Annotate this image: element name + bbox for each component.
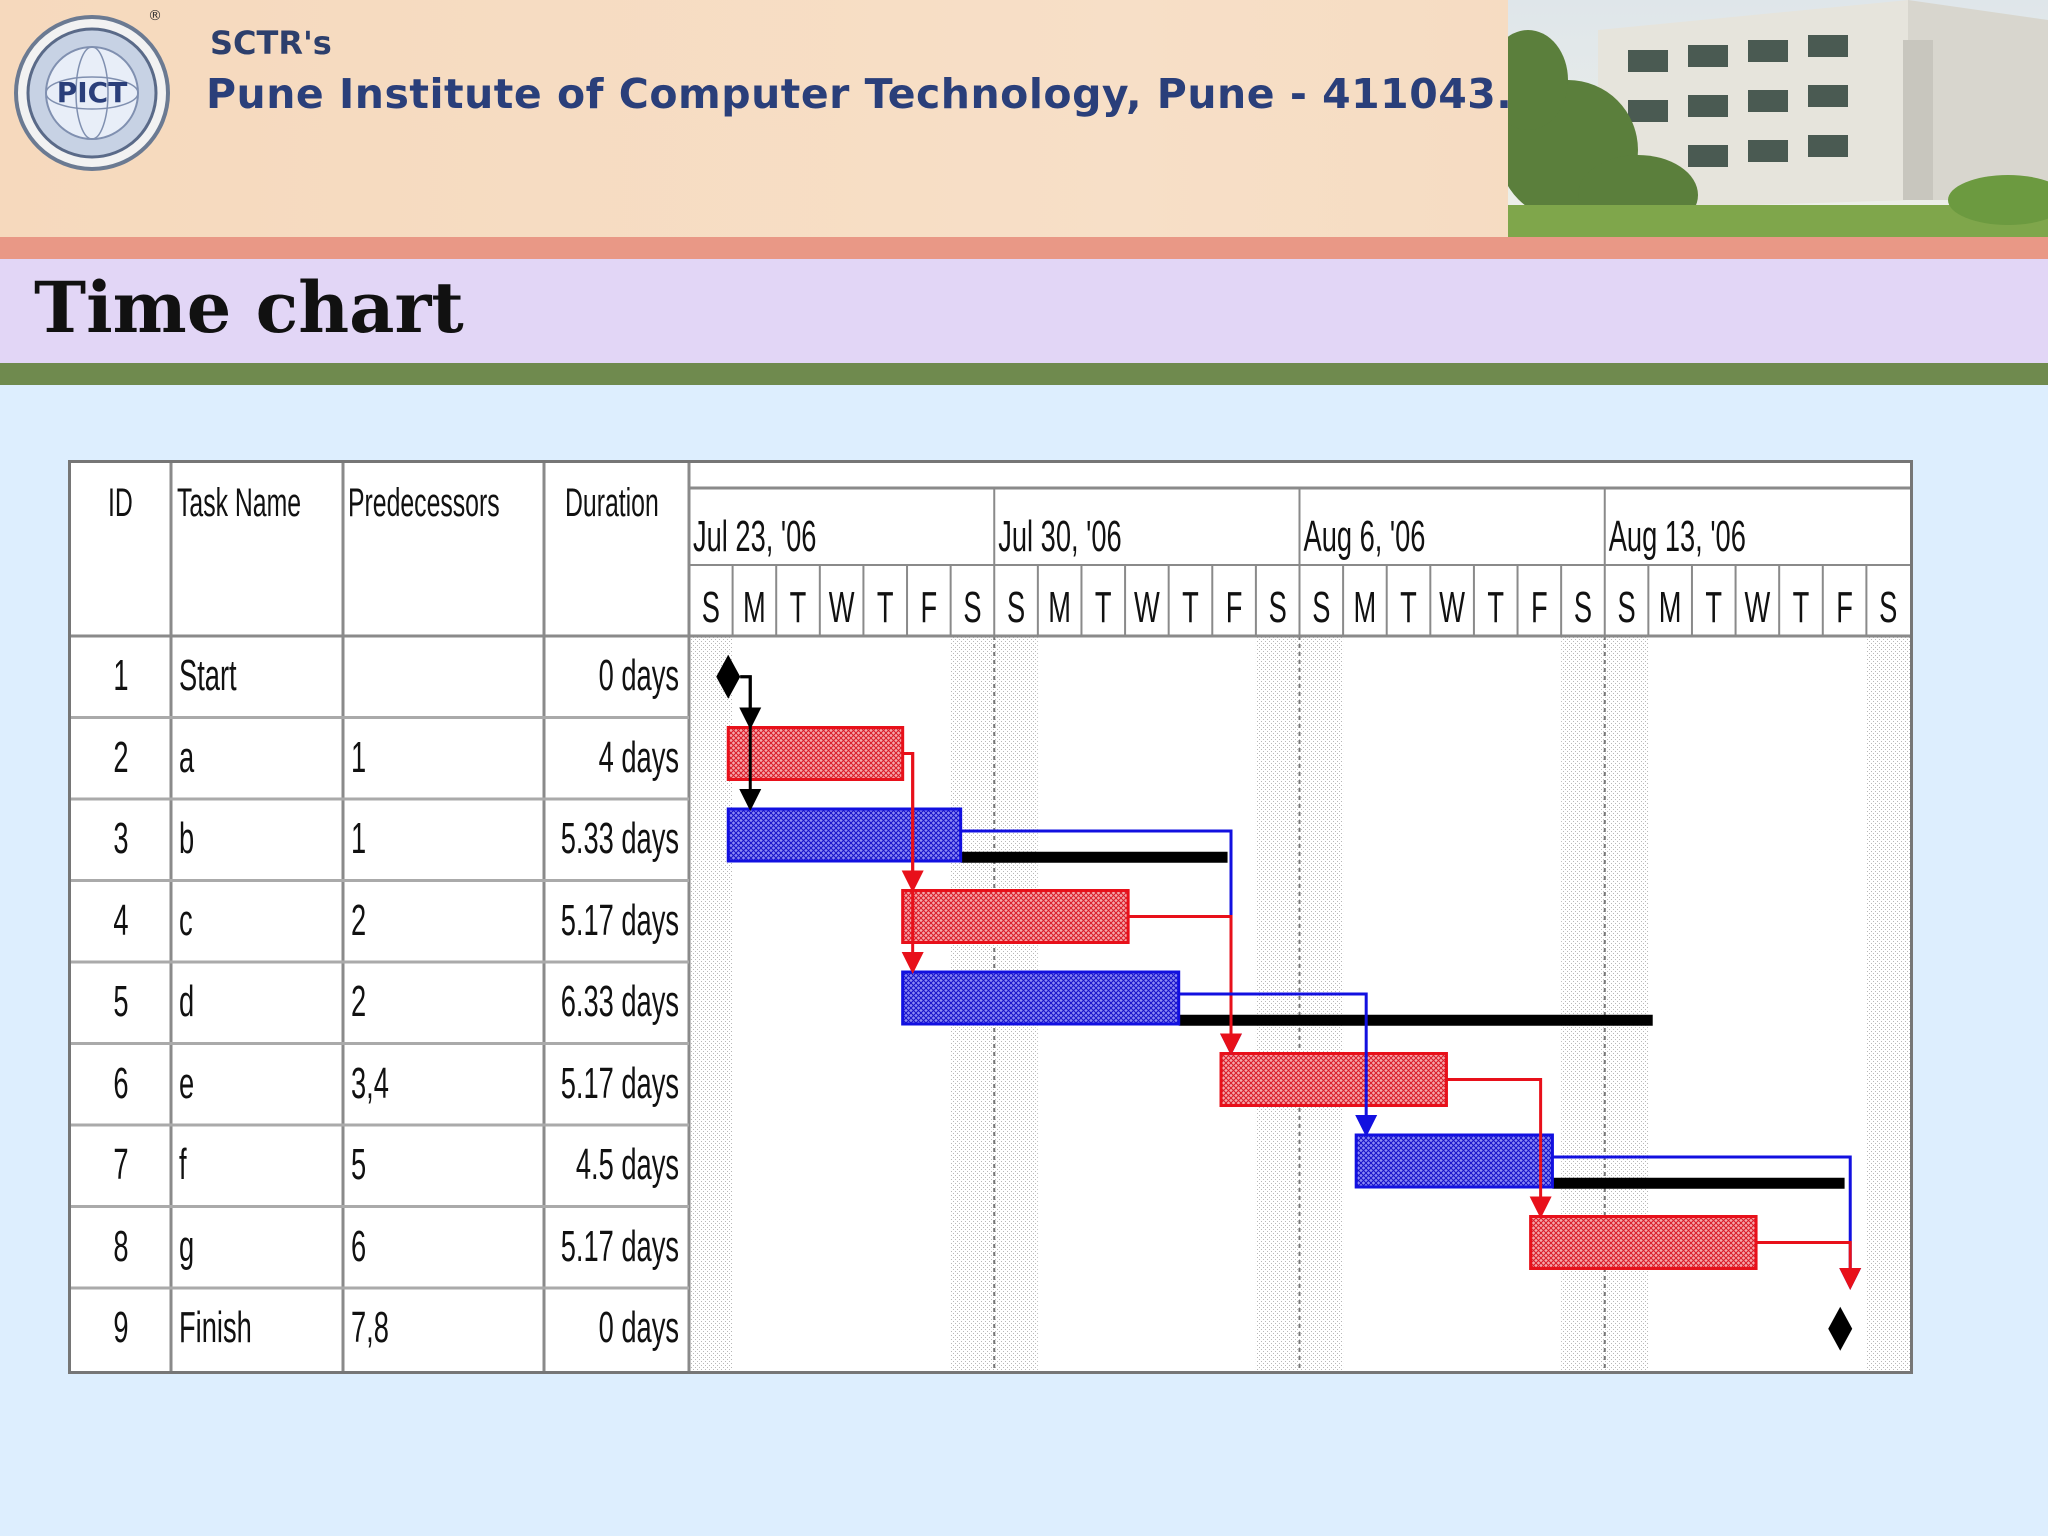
milestone-diamond xyxy=(1828,1306,1853,1351)
task-id: 1 xyxy=(113,651,129,700)
task-predecessors: 6 xyxy=(351,1221,367,1271)
day-letter: S xyxy=(1617,582,1635,631)
weekend-shade xyxy=(1299,636,1344,1371)
task-predecessors: 2 xyxy=(351,977,367,1026)
task-name: f xyxy=(179,1140,187,1189)
task-id: 8 xyxy=(113,1221,129,1271)
dependency-link xyxy=(1756,1241,1852,1274)
task-id: 7 xyxy=(113,1140,129,1189)
task-bar xyxy=(901,970,1181,1026)
task-id: 5 xyxy=(113,977,129,1026)
task-duration: 5.17 days xyxy=(560,1058,679,1108)
day-letter: S xyxy=(1312,582,1330,631)
dependency-arrowhead xyxy=(1839,1268,1862,1290)
day-letter: S xyxy=(963,582,981,631)
day-letter: T xyxy=(1705,582,1722,631)
task-id: 3 xyxy=(113,814,129,863)
weekend-shade xyxy=(1255,636,1300,1371)
day-letter: W xyxy=(1745,582,1771,631)
slack-bar xyxy=(1552,1177,1845,1189)
day-letter: T xyxy=(790,582,807,631)
campus-building-photo xyxy=(1508,0,2048,237)
day-letter: F xyxy=(921,582,938,631)
week-label: Jul 30, '06 xyxy=(998,511,1121,560)
weekend-shade xyxy=(1866,636,1910,1371)
registered-mark: ® xyxy=(148,8,162,24)
week-label: Aug 13, '06 xyxy=(1609,511,1746,560)
header-banner: PICT ® SCTR's Pune Institute of Computer… xyxy=(0,0,2048,237)
day-letter: T xyxy=(1400,582,1417,631)
task-duration: 5.17 days xyxy=(560,895,679,945)
day-letter: S xyxy=(1007,582,1025,631)
task-predecessors: 3,4 xyxy=(351,1058,389,1108)
task-duration: 4 days xyxy=(598,732,679,782)
task-id: 4 xyxy=(113,895,129,945)
task-bar xyxy=(1219,1052,1448,1107)
task-bar xyxy=(901,889,1130,944)
task-duration: 0 days xyxy=(598,1303,679,1352)
task-id: 6 xyxy=(113,1058,129,1108)
day-letter: T xyxy=(1487,582,1504,631)
org-short-name: SCTR's xyxy=(210,24,332,62)
logo-text: PICT xyxy=(57,76,128,109)
gantt-canvas: Jul 23, '06 Jul 30, '06 Aug 6, '06 Aug 13, … xyxy=(71,463,1910,1371)
task-id: 9 xyxy=(113,1303,129,1352)
day-letter: S xyxy=(1574,582,1592,631)
task-id: 2 xyxy=(113,732,129,782)
day-letter: M xyxy=(1354,582,1377,631)
slide-title: Time chart xyxy=(34,266,464,349)
day-letter: M xyxy=(743,582,766,631)
day-letter: T xyxy=(877,582,894,631)
task-name: c xyxy=(179,895,193,945)
task-predecessors: 7,8 xyxy=(351,1303,389,1352)
task-name: d xyxy=(179,977,195,1026)
slack-bar xyxy=(960,851,1228,863)
task-bar xyxy=(726,807,963,863)
gantt-chart: ID Task Name Predecessors Duration Jul 2… xyxy=(68,460,1913,1374)
day-letter: T xyxy=(1182,582,1199,631)
task-bar xyxy=(1354,1133,1554,1189)
task-duration: 5.33 days xyxy=(560,814,679,863)
task-name: Start xyxy=(179,651,237,700)
week-label: Aug 6, '06 xyxy=(1304,511,1426,560)
task-predecessors: 1 xyxy=(351,814,367,863)
task-duration: 5.17 days xyxy=(560,1221,679,1271)
day-letter: S xyxy=(1879,582,1897,631)
day-letter: S xyxy=(1269,582,1287,631)
bottom-accent-rule xyxy=(0,363,2048,385)
task-name: b xyxy=(179,814,195,863)
day-letter: T xyxy=(1095,582,1112,631)
task-name: a xyxy=(179,732,195,782)
task-bar xyxy=(726,726,905,781)
slack-bar xyxy=(1178,1014,1653,1026)
day-letter: M xyxy=(1659,582,1682,631)
task-predecessors: 1 xyxy=(351,732,367,782)
top-accent-rule xyxy=(0,237,2048,259)
task-predecessors: 5 xyxy=(351,1140,367,1189)
pict-logo: PICT xyxy=(14,15,170,171)
institute-name: Pune Institute of Computer Technology, P… xyxy=(206,70,1513,118)
day-letter: T xyxy=(1793,582,1810,631)
day-letter: F xyxy=(1531,582,1548,631)
day-letter: F xyxy=(1836,582,1853,631)
weekend-shade xyxy=(689,636,733,1371)
day-letter: W xyxy=(829,582,855,631)
day-letter: F xyxy=(1226,582,1243,631)
task-bar xyxy=(1529,1215,1758,1270)
task-predecessors: 2 xyxy=(351,895,367,945)
task-duration: 0 days xyxy=(598,651,679,700)
task-name: Finish xyxy=(179,1303,252,1352)
task-duration: 4.5 days xyxy=(575,1140,679,1189)
task-name: e xyxy=(179,1058,195,1108)
day-letter: M xyxy=(1048,582,1071,631)
day-letter: S xyxy=(702,582,720,631)
day-letter: W xyxy=(1134,582,1160,631)
task-duration: 6.33 days xyxy=(560,977,679,1026)
day-letter: W xyxy=(1439,582,1465,631)
task-name: g xyxy=(179,1221,195,1271)
week-label: Jul 23, '06 xyxy=(693,511,816,560)
